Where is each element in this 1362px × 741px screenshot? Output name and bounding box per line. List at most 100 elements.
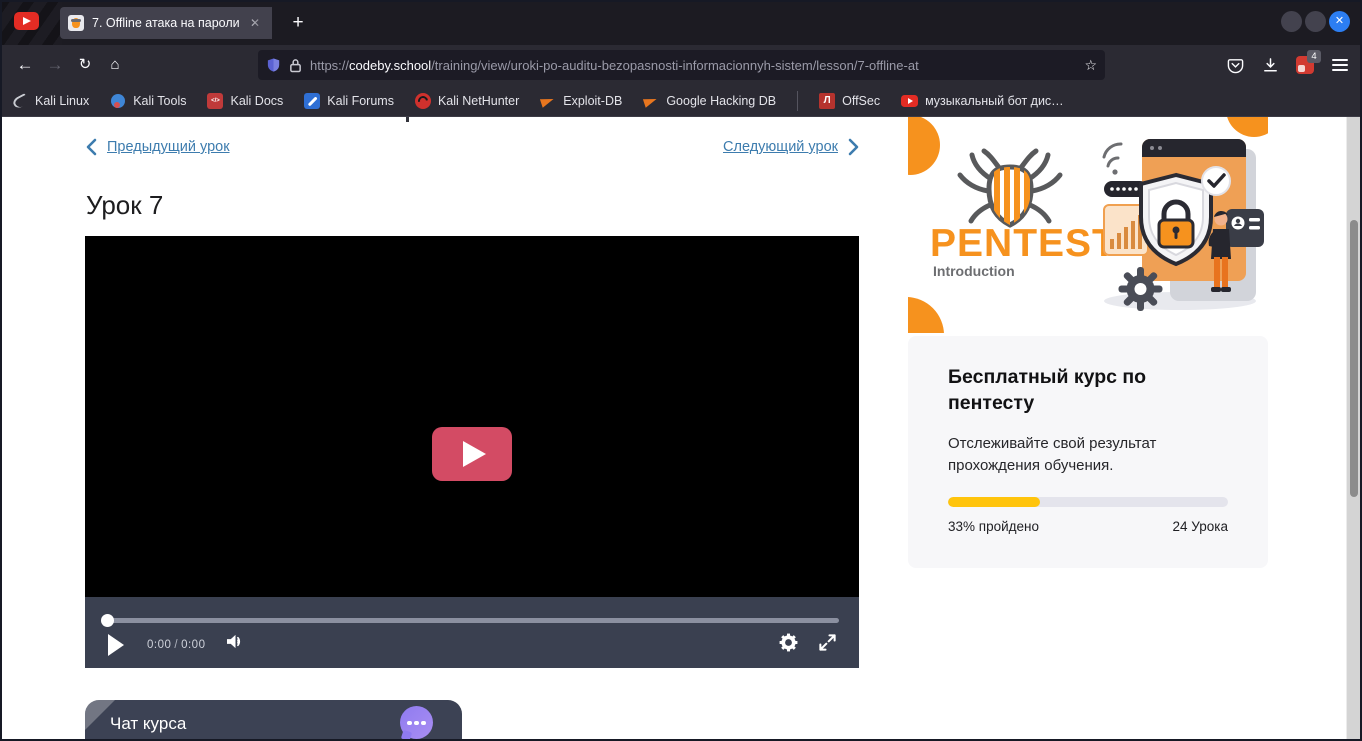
maximize-button[interactable] (1305, 11, 1326, 32)
bookmark-item[interactable]: Kali NetHunter (415, 93, 519, 109)
lessons-count-label: 24 Урока (1173, 519, 1228, 534)
next-lesson-nav[interactable]: Следующий урок (723, 138, 860, 156)
bookmark-label: Kali Forums (327, 94, 394, 108)
course-chat-widget[interactable]: Чат курса (85, 700, 462, 739)
forward-icon[interactable]: → (40, 51, 70, 79)
seek-thumb[interactable] (101, 614, 114, 627)
back-icon[interactable]: ← (10, 51, 40, 79)
bookmark-item[interactable]: музыкальный бот дис… (901, 94, 1064, 108)
page-viewport: Предыдущий урок Следующий урок Урок 7 0:… (2, 117, 1346, 739)
kali-linux-icon (12, 93, 28, 109)
minimize-button[interactable] (1281, 11, 1302, 32)
bookmark-label: Kali NetHunter (438, 94, 519, 108)
tab-title: 7. Offline атака на пароли (92, 16, 244, 30)
toolbar-right: 4 (1221, 45, 1354, 85)
banner-subtitle: Introduction (933, 263, 1015, 279)
chat-bubble-icon[interactable] (400, 706, 433, 739)
time-display: 0:00/0:00 (147, 639, 205, 651)
bookmark-label: Kali Docs (230, 94, 283, 108)
course-progress-bar (948, 497, 1228, 507)
kali-forums-icon (304, 93, 320, 109)
chevron-right-icon (846, 138, 860, 156)
url-bar[interactable]: https://codeby.school/training/view/urok… (258, 50, 1105, 80)
bookmark-item[interactable]: Google Hacking DB (643, 93, 776, 109)
kali-nethunter-icon (415, 93, 431, 109)
course-progress-fill (948, 497, 1040, 507)
bookmark-item[interactable]: Kali Forums (304, 93, 394, 109)
page-title: Урок 7 (86, 190, 163, 221)
youtube-icon (901, 95, 918, 107)
settings-gear-icon[interactable] (778, 632, 799, 658)
lock-icon (289, 58, 302, 73)
bookmark-label: OffSec (842, 94, 880, 108)
bookmark-item[interactable]: Exploit-DB (540, 93, 622, 109)
tab-title-fade (246, 7, 272, 39)
video-player: 0:00/0:00 (85, 236, 859, 668)
downloads-icon[interactable] (1256, 51, 1284, 79)
scrolled-content-remnant (406, 117, 409, 122)
url-protocol: https:// (310, 58, 349, 73)
video-controls: 0:00/0:00 (85, 597, 859, 668)
youtube-pinned-tab-icon[interactable] (14, 12, 39, 30)
progress-percent-label: 33% пройдено (948, 519, 1039, 534)
new-tab-button[interactable]: + (286, 11, 310, 35)
next-lesson-link[interactable]: Следующий урок (723, 139, 838, 155)
menu-icon[interactable] (1326, 51, 1354, 79)
bookmark-item[interactable]: OffSec (819, 93, 880, 109)
bookmark-item[interactable]: Kali Linux (12, 93, 89, 109)
bookmarks-bar: Kali Linux Kali Tools Kali Docs Kali For… (0, 85, 1362, 117)
exploit-db-icon (643, 93, 659, 109)
bookmark-label: Exploit-DB (563, 94, 622, 108)
bookmark-label: музыкальный бот дис… (925, 94, 1064, 108)
home-icon[interactable]: ⌂ (100, 51, 130, 79)
active-tab[interactable]: 7. Offline атака на пароли ✕ (60, 7, 272, 39)
chat-title: Чат курса (110, 714, 186, 734)
tracking-shield-icon[interactable] (266, 57, 281, 73)
volume-icon[interactable] (225, 633, 246, 655)
chevron-left-icon (85, 138, 99, 156)
course-card-description: Отслеживайте свой результат прохождения … (948, 433, 1208, 476)
kali-tools-icon (110, 93, 126, 109)
course-card-title: Бесплатный курс по пентесту (948, 364, 1198, 416)
pocket-icon[interactable] (1221, 51, 1249, 79)
window-controls: ✕ (1281, 11, 1350, 32)
page-scrollbar[interactable] (1346, 117, 1360, 739)
close-button[interactable]: ✕ (1329, 11, 1350, 32)
prev-lesson-nav[interactable]: Предыдущий урок (85, 138, 230, 156)
course-progress-meta: 33% пройдено 24 Урока (948, 519, 1228, 534)
offsec-icon (819, 93, 835, 109)
big-play-button[interactable] (432, 427, 512, 481)
extension-badge: 4 (1307, 50, 1321, 63)
reload-icon[interactable]: ↻ (70, 51, 100, 79)
url-fade (1040, 58, 1080, 73)
bookmark-label: Kali Tools (133, 94, 186, 108)
url-text[interactable]: https://codeby.school/training/view/urok… (310, 58, 1080, 73)
bookmark-label: Google Hacking DB (666, 94, 776, 108)
titlebar: 7. Offline атака на пароли ✕ + ✕ (0, 0, 1362, 45)
bookmark-item[interactable]: Kali Tools (110, 93, 186, 109)
codeby-favicon-icon (68, 15, 84, 31)
play-icon[interactable] (108, 634, 124, 656)
video-screen[interactable] (85, 236, 859, 597)
hamburger-icon (1332, 59, 1348, 71)
bookmark-star-icon[interactable]: ☆ (1084, 57, 1097, 74)
extension-icon[interactable]: 4 (1291, 51, 1319, 79)
exploit-db-icon (540, 93, 556, 109)
banner-title: PENTEST (930, 222, 1117, 265)
url-path: /training/view/uroki-po-auditu-bezopasno… (431, 58, 919, 73)
extension-logo-icon: 4 (1296, 56, 1314, 74)
scrollbar-thumb[interactable] (1350, 220, 1358, 497)
seek-bar[interactable] (105, 618, 839, 623)
prev-lesson-link[interactable]: Предыдущий урок (107, 139, 230, 155)
duration: 0:00 (181, 639, 205, 651)
fullscreen-icon[interactable] (818, 633, 837, 657)
kali-docs-icon (207, 93, 223, 109)
bookmark-item[interactable]: Kali Docs (207, 93, 283, 109)
current-time: 0:00 (147, 639, 171, 651)
course-banner-image: PENTEST Introduction (908, 117, 1268, 333)
time-separator: / (174, 639, 178, 651)
browser-window: 7. Offline атака на пароли ✕ + ✕ ← → ↻ ⌂… (0, 0, 1362, 741)
url-domain: codeby.school (349, 58, 431, 73)
bookmarks-separator (797, 91, 798, 111)
bookmark-label: Kali Linux (35, 94, 89, 108)
